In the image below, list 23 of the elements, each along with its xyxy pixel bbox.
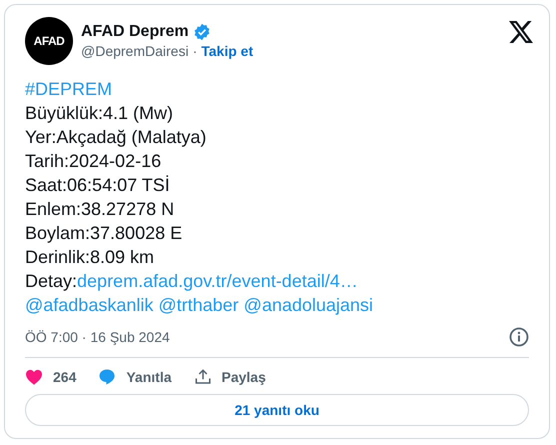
read-replies-button[interactable]: 21 yanıtı oku (25, 394, 529, 426)
tweet-text: Saat:06:54:07 TSİ (25, 174, 170, 197)
timestamp[interactable]: ÖÖ 7:00 · 16 Şub 2024 (25, 329, 170, 345)
heart-icon[interactable] (25, 369, 43, 385)
author-handle[interactable]: @DepremDairesi (81, 43, 189, 59)
info-icon[interactable] (509, 327, 529, 347)
action-label[interactable]: Yanıtla (126, 369, 172, 385)
speech-bubble-icon[interactable] (98, 368, 116, 386)
action-label[interactable]: Paylaş (222, 369, 266, 385)
tweet-text: Detay: (25, 270, 78, 293)
separator: · (192, 43, 198, 59)
author-name[interactable]: AFAD Deprem (81, 23, 189, 41)
tweet-text: Enlem:38.27278 N (25, 198, 174, 221)
tweet-text: Boylam:37.80028 E (25, 222, 182, 245)
follow-link[interactable]: Takip et (201, 43, 254, 59)
tweet-text: Büyüklük:4.1 (Mw) (25, 102, 174, 125)
x-logo-icon[interactable] (509, 21, 533, 43)
tweet-text: Tarih:2024-02-16 (25, 150, 162, 173)
avatar[interactable]: AFAD (25, 17, 73, 65)
share-icon[interactable] (194, 368, 212, 386)
tweet-text: Derinlik:8.09 km (25, 246, 154, 269)
tweet-text: Yer:Akçadağ (Malatya) (25, 126, 206, 149)
action-label[interactable]: 264 (53, 369, 76, 385)
